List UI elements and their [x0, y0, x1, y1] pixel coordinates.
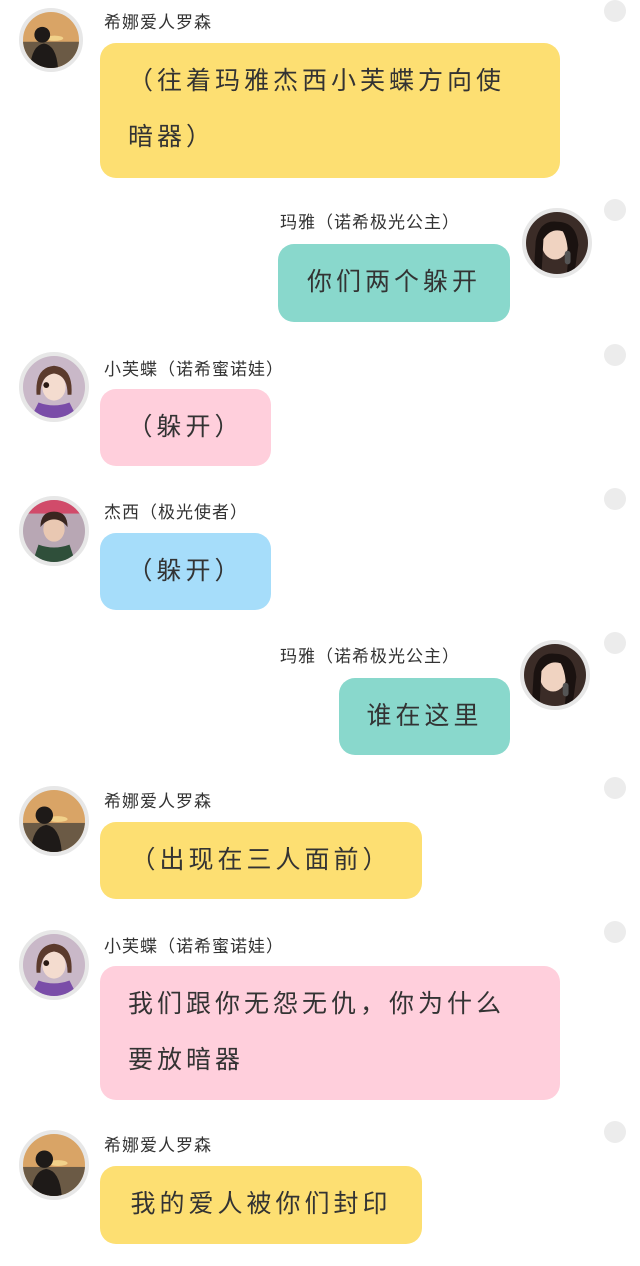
maya-avatar[interactable] — [520, 640, 590, 710]
message-bubble[interactable]: 我的爱人被你们封印 — [100, 1166, 422, 1244]
speaker-name: 希娜爱人罗森 — [104, 13, 212, 33]
xiaofudie-avatar[interactable] — [19, 352, 89, 422]
speaker-name: 杰西（极光使者） — [104, 503, 248, 523]
avatar-image — [23, 1134, 85, 1196]
message-bubble[interactable]: （出现在三人面前） — [100, 822, 422, 899]
avatar-image — [23, 500, 85, 562]
jiexi-avatar[interactable] — [19, 496, 89, 566]
avatar-image — [526, 212, 588, 274]
avatar-image — [23, 12, 79, 68]
avatar-image — [23, 356, 85, 418]
message-bubble[interactable]: 你们两个躲开 — [278, 244, 510, 322]
message-bubble[interactable]: 我们跟你无怨无仇，你为什么要放暗器 — [100, 966, 560, 1100]
xiaofudie-avatar[interactable] — [19, 930, 89, 1000]
speaker-name: 小芙蝶（诺希蜜诺娃） — [104, 937, 284, 957]
avatar-image — [23, 934, 85, 996]
speaker-name: 玛雅（诺希极光公主） — [280, 213, 460, 233]
rosen-avatar[interactable] — [19, 786, 89, 856]
speaker-name: 玛雅（诺希极光公主） — [280, 647, 460, 667]
message-bubble[interactable]: （躲开） — [100, 389, 271, 466]
speaker-name: 希娜爱人罗森 — [104, 1136, 212, 1156]
status-dot — [604, 0, 626, 22]
status-dot — [604, 777, 626, 799]
message-bubble[interactable]: （躲开） — [100, 533, 271, 610]
maya-avatar[interactable] — [522, 208, 592, 278]
speaker-name: 小芙蝶（诺希蜜诺娃） — [104, 360, 284, 380]
speaker-name: 希娜爱人罗森 — [104, 792, 212, 812]
rosen-avatar[interactable] — [19, 1130, 89, 1200]
message-bubble[interactable]: （往着玛雅杰西小芙蝶方向使暗器） — [100, 43, 560, 178]
status-dot — [604, 921, 626, 943]
status-dot — [604, 632, 626, 654]
avatar-image — [23, 790, 85, 852]
rosen-avatar[interactable] — [19, 8, 83, 72]
message-bubble[interactable]: 谁在这里 — [339, 678, 510, 755]
status-dot — [604, 199, 626, 221]
avatar-image — [524, 644, 586, 706]
status-dot — [604, 1121, 626, 1143]
chat-transcript: 希娜爱人罗森 （往着玛雅杰西小芙蝶方向使暗器） 玛雅（诺希极光公主） 你们两个躲… — [0, 0, 640, 1266]
status-dot — [604, 344, 626, 366]
status-dot — [604, 488, 626, 510]
